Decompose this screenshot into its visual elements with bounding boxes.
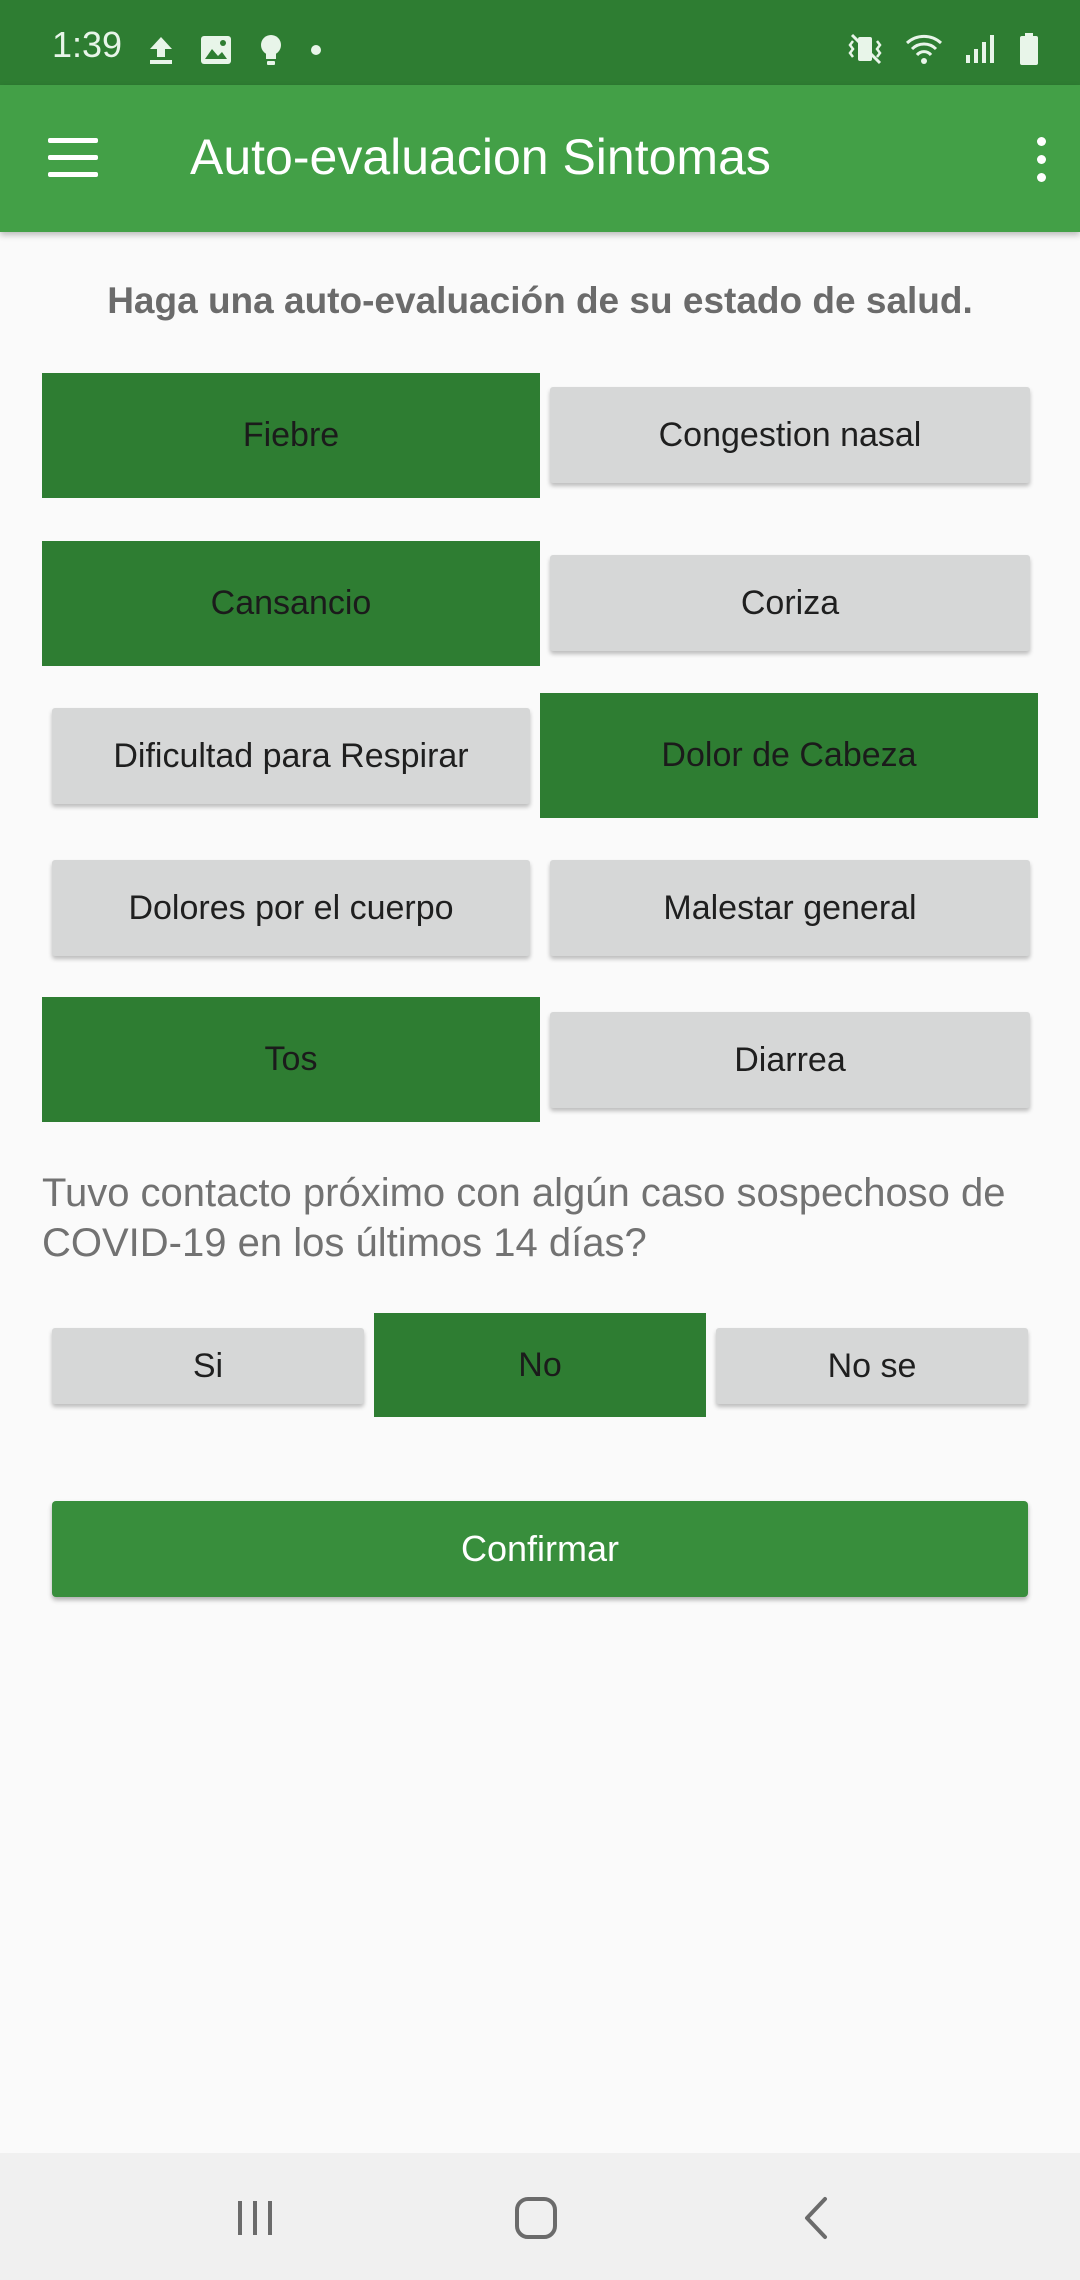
status-time: 1:39	[52, 24, 123, 65]
status-system-icons	[848, 28, 1040, 70]
mute-vibrate-icon	[848, 33, 882, 65]
symptom-cansancio-button[interactable]: Cansancio	[42, 541, 540, 666]
upload-icon	[150, 37, 172, 64]
contact-si-button[interactable]: Si	[52, 1328, 364, 1404]
app-bar: Auto-evaluacion Sintomas	[0, 85, 1080, 232]
hamburger-menu-icon[interactable]	[48, 138, 98, 178]
home-icon[interactable]	[501, 2183, 571, 2253]
back-icon[interactable]	[783, 2183, 853, 2253]
page-title: Auto-evaluacion Sintomas	[190, 129, 771, 185]
recent-apps-icon[interactable]	[220, 2183, 290, 2253]
wifi-icon	[905, 34, 943, 64]
symptom-malestar-general-button[interactable]: Malestar general	[550, 860, 1030, 956]
signal-icon	[966, 35, 994, 63]
symptom-fiebre-button[interactable]: Fiebre	[42, 373, 540, 498]
system-nav-bar	[0, 2153, 1080, 2280]
symptom-dolores-cuerpo-button[interactable]: Dolores por el cuerpo	[52, 860, 530, 956]
symptom-tos-button[interactable]: Tos	[42, 997, 540, 1122]
symptom-dolor-cabeza-button[interactable]: Dolor de Cabeza	[540, 693, 1038, 818]
symptom-coriza-button[interactable]: Coriza	[550, 555, 1030, 651]
image-icon	[201, 36, 231, 64]
bulb-icon	[261, 35, 281, 65]
dot-icon	[311, 45, 321, 55]
symptom-congestion-nasal-button[interactable]: Congestion nasal	[550, 387, 1030, 483]
contact-question: Tuvo contacto próximo con algún caso sos…	[42, 1171, 1006, 1265]
battery-icon	[1020, 33, 1038, 65]
status-notification-icons	[148, 30, 322, 70]
confirm-button[interactable]: Confirmar	[52, 1501, 1028, 1597]
contact-no-button[interactable]: No	[374, 1313, 706, 1417]
symptom-diarrea-button[interactable]: Diarrea	[550, 1012, 1030, 1108]
status-bar: 1:39	[0, 0, 1080, 85]
symptom-dificultad-respirar-button[interactable]: Dificultad para Respirar	[52, 708, 530, 804]
assessment-prompt: Haga una auto-evaluación de su estado de…	[107, 280, 973, 321]
more-vert-icon[interactable]	[1026, 135, 1056, 183]
contact-no-se-button[interactable]: No se	[716, 1328, 1028, 1404]
